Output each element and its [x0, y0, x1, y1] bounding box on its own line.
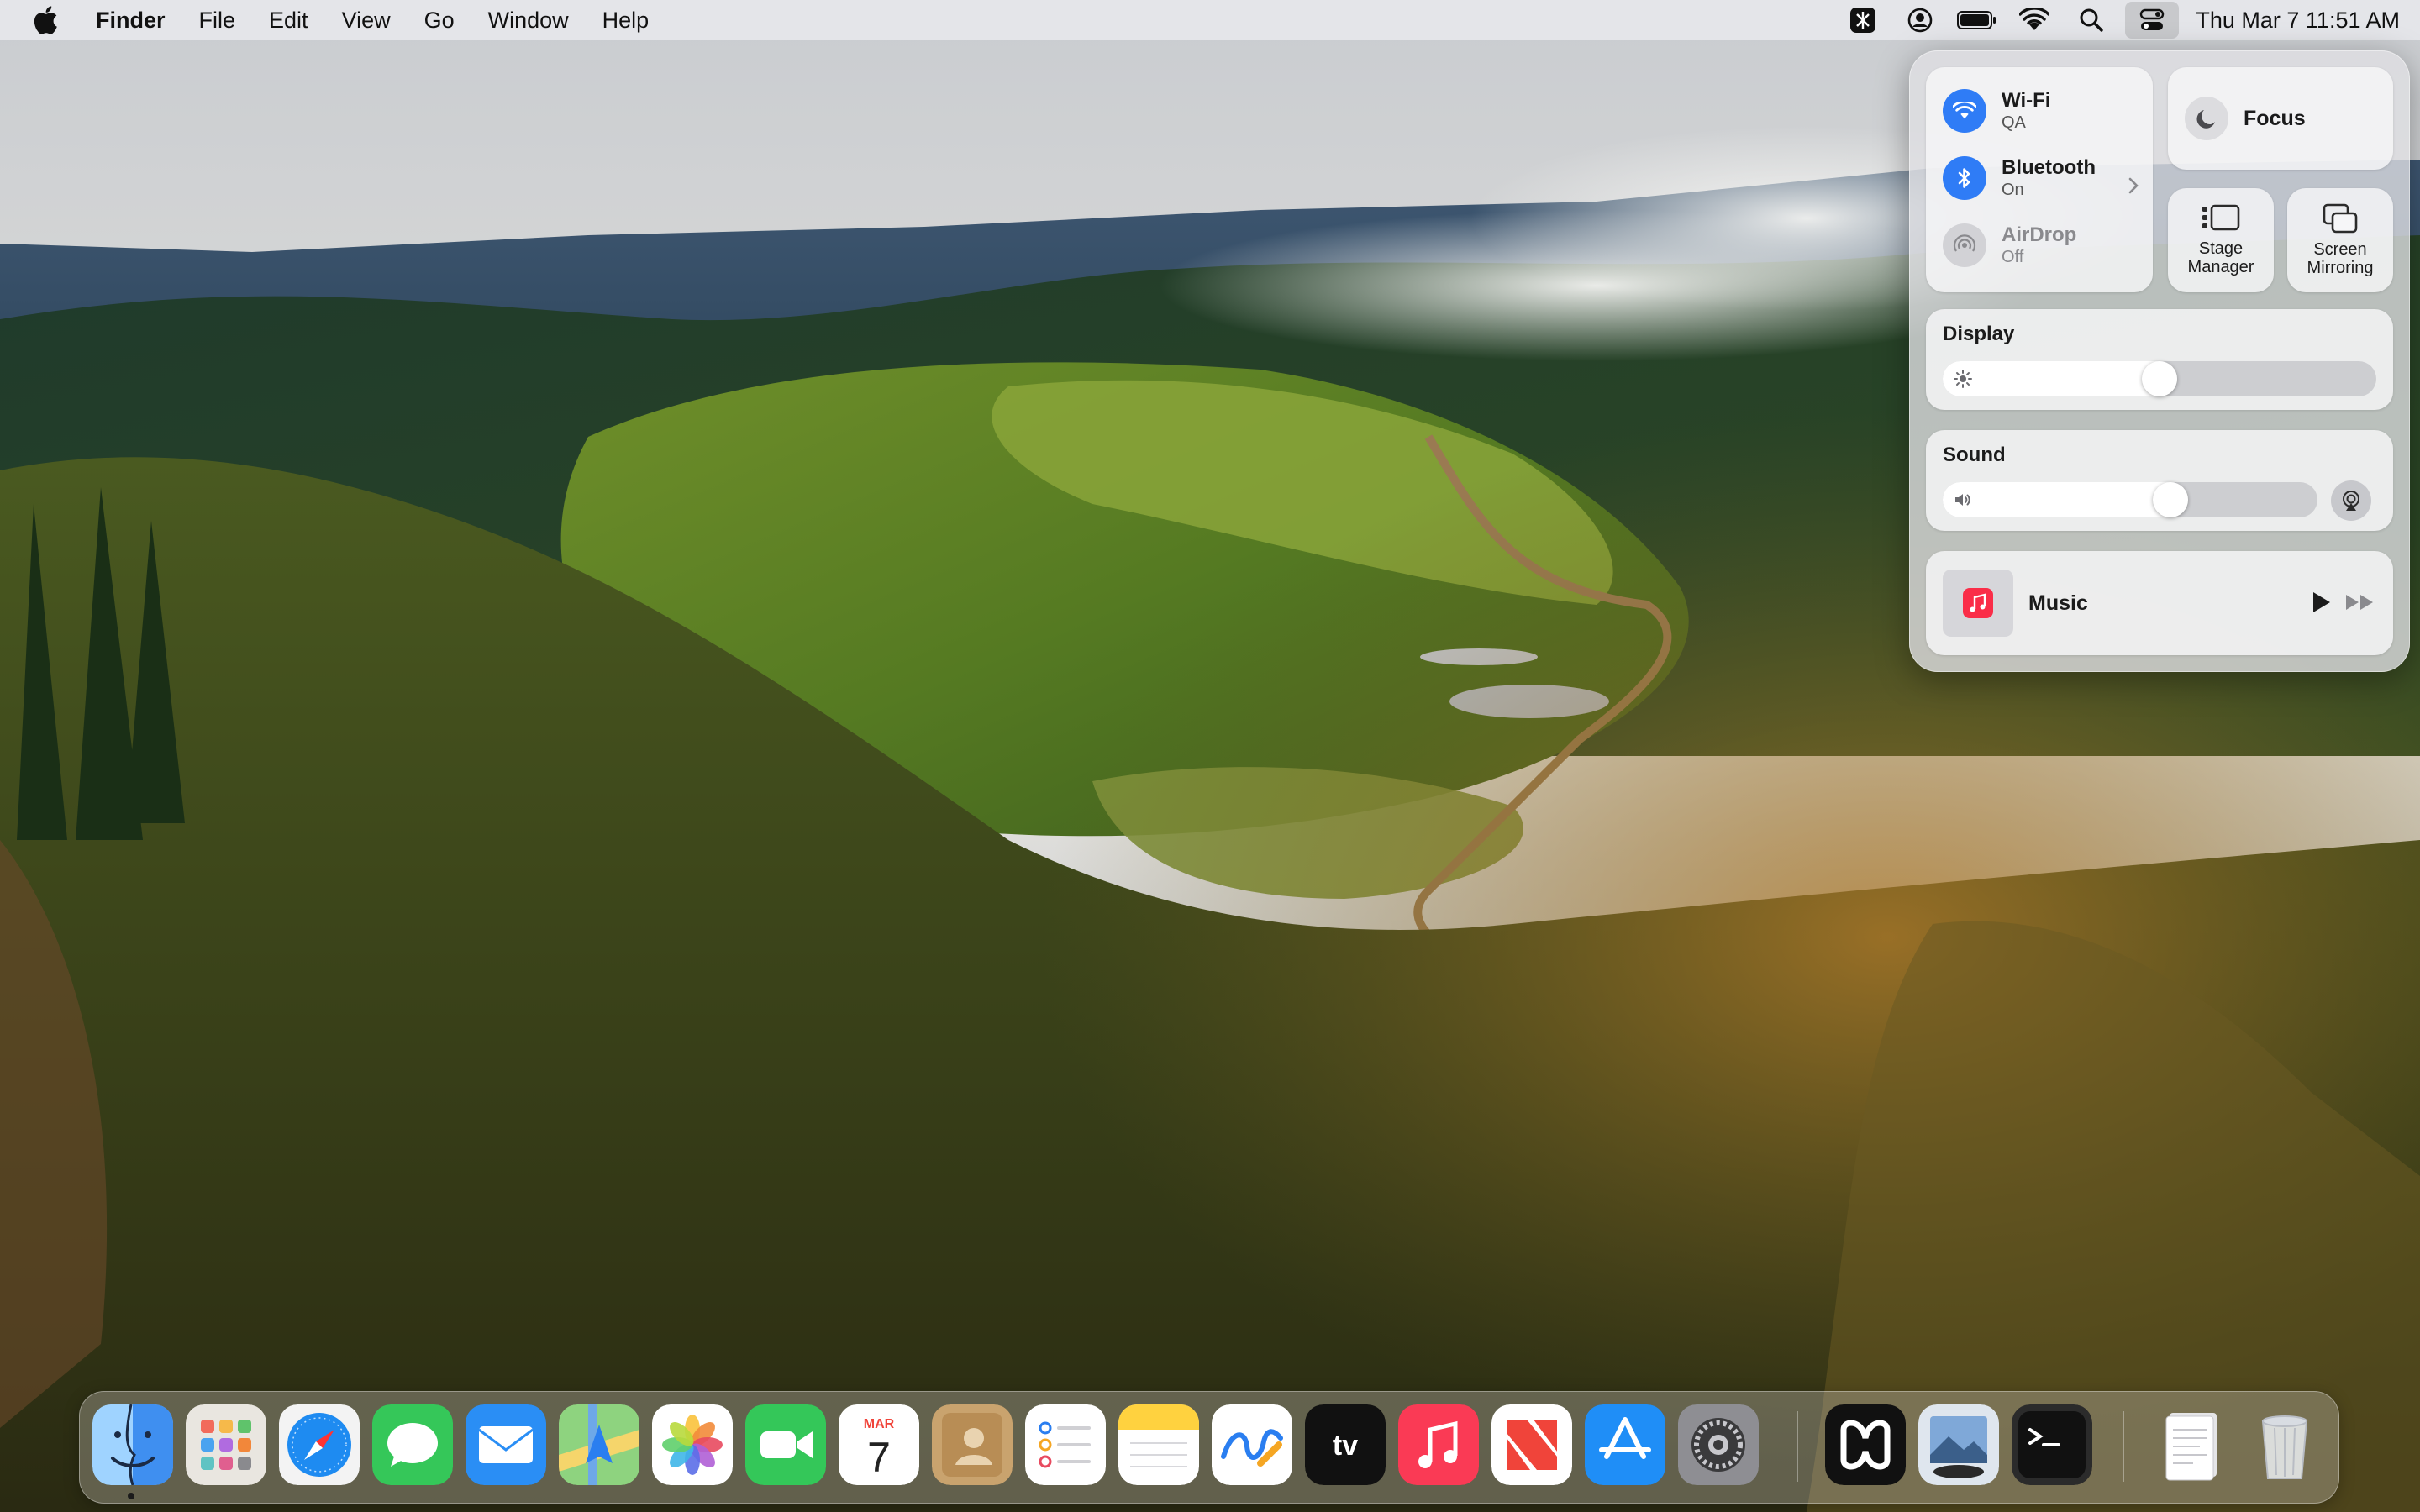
- finder-icon[interactable]: [92, 1404, 173, 1485]
- now-playing-module[interactable]: Music: [1926, 551, 2393, 655]
- photos-icon[interactable]: [652, 1404, 733, 1485]
- connectivity-module: Wi-Fi QA Bluetooth On AirDrop Off: [1926, 67, 2153, 292]
- airdrop-title: AirDrop: [2002, 223, 2077, 246]
- documents-stack-icon[interactable]: [2151, 1404, 2232, 1485]
- wifi-title: Wi-Fi: [2002, 89, 2051, 112]
- menu-edit[interactable]: Edit: [252, 0, 325, 40]
- screen-mirroring-icon: [2323, 203, 2358, 234]
- display-module: Display: [1926, 309, 2393, 410]
- music-note-icon: [1963, 588, 1993, 618]
- calendar-day: 7: [867, 1434, 891, 1481]
- fast-forward-icon[interactable]: [2344, 590, 2376, 619]
- calendar-icon[interactable]: MAR 7: [839, 1404, 919, 1485]
- brightness-slider-knob[interactable]: [2142, 361, 2177, 396]
- stage-manager-label-line2: Manager: [2187, 258, 2254, 276]
- volume-slider[interactable]: [1943, 482, 2317, 517]
- play-icon[interactable]: [2309, 590, 2333, 619]
- preview-icon[interactable]: [1918, 1404, 1999, 1485]
- user-account-icon[interactable]: [1897, 2, 1944, 39]
- now-playing-title: Music: [2028, 591, 2088, 615]
- bluetooth-title: Bluetooth: [2002, 156, 2096, 179]
- stage-manager-label-line1: Stage: [2198, 239, 2244, 258]
- terminal-icon[interactable]: [2012, 1404, 2092, 1485]
- dock-separator: [1797, 1411, 1798, 1482]
- menu-bar-clock[interactable]: Thu Mar 7 11:51 AM: [2196, 8, 2400, 34]
- launchpad-icon[interactable]: [186, 1404, 266, 1485]
- reminders-icon[interactable]: [1025, 1404, 1106, 1485]
- dock-separator: [2123, 1411, 2124, 1482]
- wifi-icon: [1943, 89, 1986, 133]
- sun-icon: [1954, 370, 1972, 388]
- focus-label: Focus: [2244, 106, 2306, 130]
- contacts-icon[interactable]: [932, 1404, 1013, 1485]
- battery-icon[interactable]: [1954, 2, 2001, 39]
- focus-button[interactable]: Focus: [2168, 67, 2393, 170]
- airdrop-icon: [1943, 223, 1986, 267]
- svg-text:tv: tv: [1333, 1430, 1358, 1462]
- facetime-icon[interactable]: [745, 1404, 826, 1485]
- search-icon[interactable]: [2068, 2, 2115, 39]
- sound-module: Sound: [1926, 430, 2393, 531]
- app-store-icon[interactable]: [1585, 1404, 1665, 1485]
- wifi-toggle[interactable]: Wi-Fi QA: [1943, 89, 2050, 133]
- airdrop-status: Off: [2002, 248, 2024, 266]
- menu-window[interactable]: Window: [471, 0, 586, 40]
- wifi-icon[interactable]: [2011, 2, 2058, 39]
- apple-tv-icon[interactable]: tv: [1305, 1404, 1386, 1485]
- moon-icon: [2185, 97, 2228, 140]
- stage-manager-icon: [2202, 204, 2240, 231]
- perplexity-icon[interactable]: [1839, 2, 1886, 39]
- news-icon[interactable]: [1491, 1404, 1572, 1485]
- perplexity-app-icon[interactable]: [1825, 1404, 1906, 1485]
- screen-mirroring-label-line2: Mirroring: [2307, 259, 2374, 277]
- album-art: [1943, 570, 2013, 637]
- volume-slider-knob[interactable]: [2153, 482, 2188, 517]
- calendar-month: MAR: [864, 1417, 895, 1431]
- stage-manager-button[interactable]: Stage Manager: [2168, 188, 2274, 292]
- screen-mirroring-button[interactable]: Screen Mirroring: [2287, 188, 2393, 292]
- finder-running-indicator: [128, 1493, 134, 1499]
- control-center-panel: Wi-Fi QA Bluetooth On AirDrop Off Focus …: [1909, 50, 2410, 672]
- messages-icon[interactable]: [372, 1404, 453, 1485]
- volume-slider-fill: [1943, 482, 2188, 517]
- chevron-right-icon[interactable]: [2128, 176, 2139, 199]
- brightness-slider[interactable]: [1943, 361, 2376, 396]
- trash-icon[interactable]: [2244, 1404, 2325, 1485]
- bluetooth-icon: [1943, 156, 1986, 200]
- system-settings-icon[interactable]: [1678, 1404, 1759, 1485]
- screen-mirroring-label-line1: Screen: [2313, 240, 2367, 259]
- bluetooth-toggle[interactable]: Bluetooth On: [1943, 156, 2096, 200]
- apple-menu-icon[interactable]: [29, 3, 62, 37]
- notes-icon[interactable]: [1118, 1404, 1199, 1485]
- menu-go[interactable]: Go: [408, 0, 471, 40]
- speaker-icon: [1955, 494, 1970, 506]
- display-title: Display: [1943, 323, 2015, 345]
- control-center-icon[interactable]: [2125, 2, 2180, 39]
- menu-view[interactable]: View: [325, 0, 408, 40]
- app-menu-finder[interactable]: Finder: [89, 0, 182, 40]
- wifi-network-name: QA: [2002, 113, 2026, 132]
- mail-icon[interactable]: [466, 1404, 546, 1485]
- menu-bar: Finder File Edit View Go Window Help Thu…: [0, 0, 2420, 40]
- maps-icon[interactable]: [559, 1404, 639, 1485]
- sound-title: Sound: [1943, 444, 2006, 466]
- music-app-icon[interactable]: [1398, 1404, 1479, 1485]
- dock: MAR 7 tv: [79, 1391, 2339, 1504]
- menu-help[interactable]: Help: [586, 0, 666, 40]
- airplay-icon: [2343, 491, 2360, 511]
- freeform-icon[interactable]: [1212, 1404, 1292, 1485]
- menu-file[interactable]: File: [182, 0, 253, 40]
- bluetooth-status: On: [2002, 181, 2024, 199]
- safari-icon[interactable]: [279, 1404, 360, 1485]
- airplay-audio-button[interactable]: [2331, 480, 2371, 521]
- airdrop-toggle[interactable]: AirDrop Off: [1943, 223, 2076, 267]
